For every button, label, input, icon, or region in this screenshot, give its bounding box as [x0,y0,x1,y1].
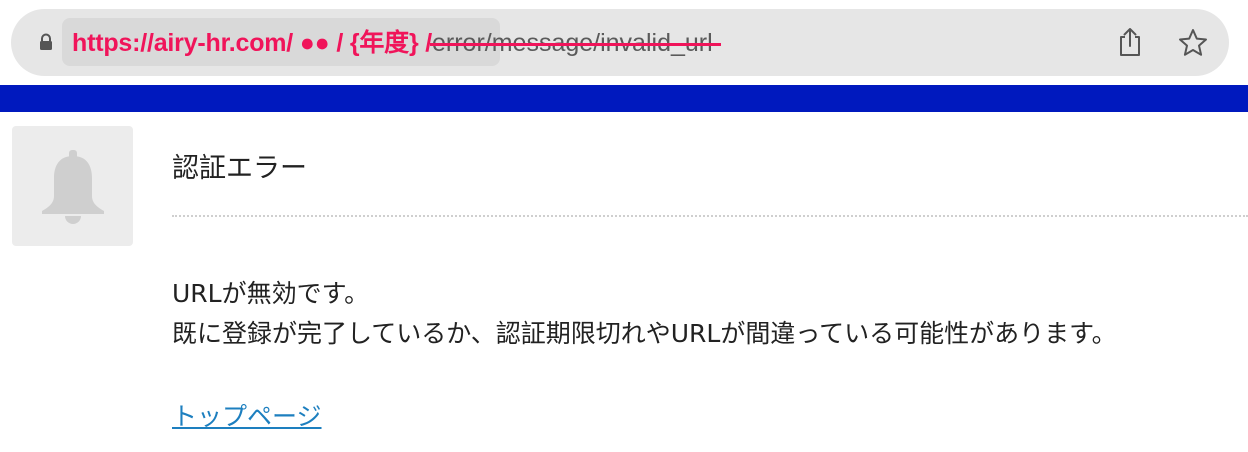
message-line: URLが無効です。 [172,279,370,308]
url-struck-path: error/message/invalid_url [431,29,713,57]
top-page-link[interactable]: トップページ [172,397,322,437]
share-icon[interactable] [1115,26,1145,58]
url-annotation: https://airy-hr.com/ ●● / {年度} / [72,29,432,57]
message-line: 既に登録が完了しているか、認証期限切れやURLが間違っている可能性があります。 [172,319,1117,348]
title-divider [172,215,1248,217]
bookmark-star-icon[interactable] [1177,27,1209,59]
bell-icon [42,150,104,224]
error-title: 認証エラー [172,153,307,184]
lock-icon [40,33,52,50]
browser-toolbar: https://airy-hr.com/ ●● / {年度} /error/me… [0,0,1248,85]
url-text[interactable]: https://airy-hr.com/ ●● / {年度} /error/me… [72,26,713,60]
site-header-band [0,85,1248,112]
error-message: URLが無効です。 既に登録が完了しているか、認証期限切れやURLが間違っている… [172,274,1117,354]
